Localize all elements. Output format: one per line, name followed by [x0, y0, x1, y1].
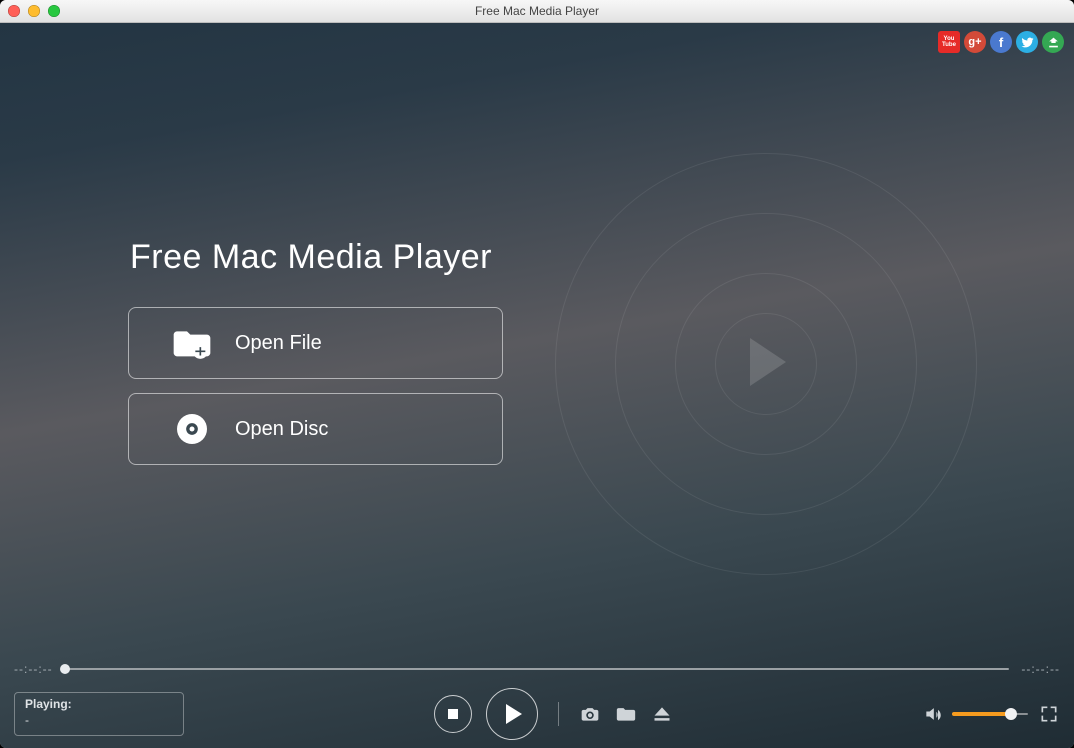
decorative-rings: [555, 153, 975, 573]
volume-slider[interactable]: [952, 712, 1028, 716]
camera-icon: [580, 704, 600, 724]
play-icon: [506, 704, 522, 724]
time-elapsed: --:--:--: [14, 662, 53, 676]
volume-button[interactable]: [922, 703, 944, 725]
folder-icon: [616, 704, 636, 724]
app-window: Free Mac Media Player YouTube g+ f Free …: [0, 0, 1074, 748]
googleplus-icon[interactable]: g+: [964, 31, 986, 53]
player-body: YouTube g+ f Free Mac Media Player Open …: [0, 23, 1074, 748]
now-playing-box: Playing: -: [14, 692, 184, 736]
control-bar: --:--:-- --:--:-- Playing: -: [0, 654, 1074, 748]
eject-icon: [652, 704, 672, 724]
titlebar: Free Mac Media Player: [0, 0, 1074, 23]
social-bar: YouTube g+ f: [938, 31, 1064, 53]
snapshot-button[interactable]: [579, 703, 601, 725]
fullscreen-button[interactable]: [1038, 703, 1060, 725]
twitter-icon[interactable]: [1016, 31, 1038, 53]
play-button[interactable]: [486, 688, 538, 740]
center-controls: [184, 688, 922, 740]
window-title: Free Mac Media Player: [0, 4, 1074, 18]
stop-button[interactable]: [434, 695, 472, 733]
control-row: Playing: -: [14, 686, 1060, 742]
close-button[interactable]: [8, 5, 20, 17]
minimize-button[interactable]: [28, 5, 40, 17]
eject-button[interactable]: [651, 703, 673, 725]
separator: [558, 702, 559, 726]
open-button[interactable]: [615, 703, 637, 725]
youtube-icon[interactable]: YouTube: [938, 31, 960, 53]
now-playing-label: Playing:: [25, 697, 173, 711]
upgrade-icon[interactable]: [1042, 31, 1064, 53]
hero-title: Free Mac Media Player: [130, 238, 492, 277]
open-disc-label: Open Disc: [235, 418, 328, 441]
zoom-button[interactable]: [48, 5, 60, 17]
open-disc-button[interactable]: Open Disc: [128, 393, 503, 465]
right-controls: [922, 703, 1060, 725]
time-total: --:--:--: [1021, 662, 1060, 676]
decorative-play-icon: [750, 338, 786, 386]
stop-icon: [448, 709, 458, 719]
open-file-label: Open File: [235, 332, 322, 355]
speaker-icon: [923, 704, 943, 724]
seek-slider[interactable]: [65, 667, 1010, 671]
volume-control: [922, 703, 1028, 725]
facebook-icon[interactable]: f: [990, 31, 1012, 53]
disc-icon: [171, 408, 213, 450]
now-playing-value: -: [25, 713, 173, 727]
seek-row: --:--:-- --:--:--: [14, 662, 1060, 676]
fullscreen-icon: [1039, 704, 1059, 724]
open-file-button[interactable]: Open File: [128, 307, 503, 379]
folder-add-icon: [171, 322, 213, 364]
window-controls: [8, 5, 60, 17]
